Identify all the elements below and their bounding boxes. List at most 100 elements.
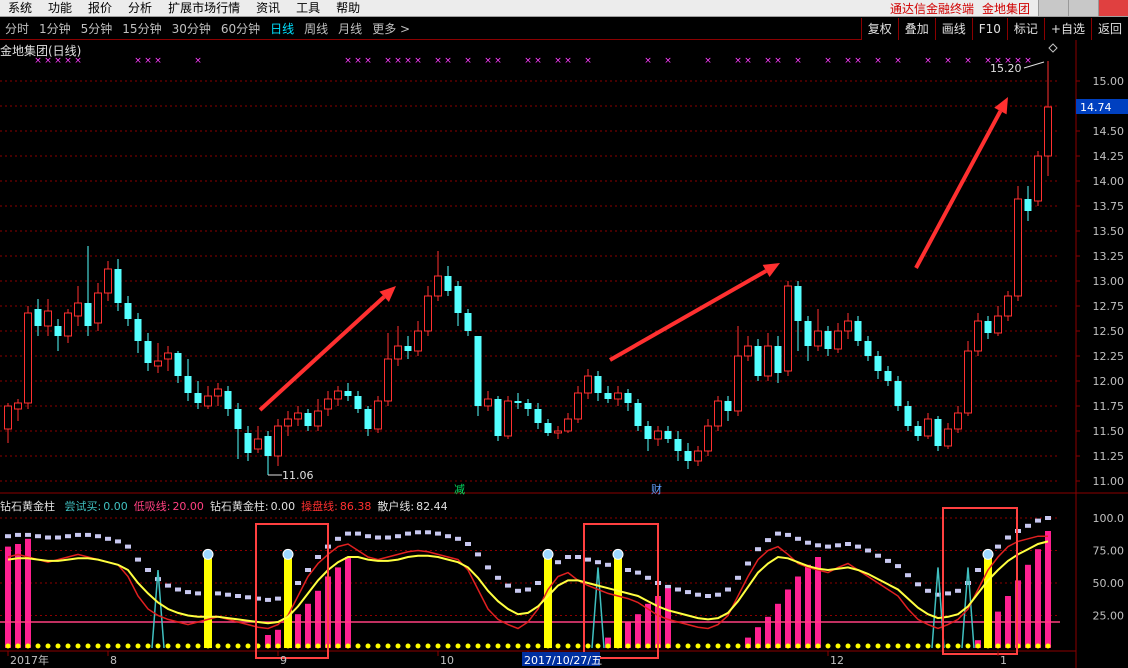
low-price-label: 11.06: [282, 469, 314, 482]
candle-body-down: [754, 346, 762, 376]
toolbar-button-4[interactable]: 标记: [1006, 18, 1044, 40]
period-tab-0[interactable]: 分时: [0, 20, 34, 37]
period-tab-8[interactable]: 月线: [333, 20, 367, 37]
candle-body-down: [684, 451, 692, 461]
baseline-dot: [225, 643, 231, 649]
envelope-dot: [765, 538, 771, 543]
signal-marker: ×: [774, 56, 782, 66]
magenta-bar: [635, 614, 641, 648]
baseline-dot: [865, 643, 871, 649]
maximize-button[interactable]: [1068, 0, 1098, 16]
diamond-icon: [982, 548, 994, 560]
menu-item-0[interactable]: 系统: [0, 0, 40, 16]
envelope-dot: [635, 570, 641, 575]
toolbar-button-6[interactable]: 返回: [1090, 18, 1128, 40]
signal-marker: ×: [554, 56, 562, 66]
envelope-dot: [785, 532, 791, 537]
period-tab-5[interactable]: 60分钟: [216, 20, 265, 37]
baseline-dot: [395, 643, 401, 649]
magenta-bar: [295, 614, 301, 648]
baseline-dot: [715, 643, 721, 649]
menu-item-3[interactable]: 分析: [120, 0, 160, 16]
date-label: 9: [280, 654, 287, 667]
period-tab-6[interactable]: 日线: [265, 20, 299, 37]
signal-marker: ×: [394, 56, 402, 66]
baseline-dot: [5, 643, 11, 649]
baseline-dot: [835, 643, 841, 649]
baseline-dot: [765, 643, 771, 649]
signal-marker: ×: [344, 56, 352, 66]
signal-marker: ×: [194, 56, 202, 66]
minimize-button[interactable]: [1038, 0, 1068, 16]
toolbar-button-1[interactable]: 叠加: [897, 18, 935, 40]
period-tab-4[interactable]: 30分钟: [167, 20, 216, 37]
magenta-bar: [15, 544, 21, 648]
envelope-dot: [755, 547, 761, 552]
signal-marker: ×: [414, 56, 422, 66]
baseline-dot: [115, 643, 121, 649]
indicator-label: 尝试买:: [64, 500, 102, 513]
candle-body-up: [44, 310, 52, 327]
candle-body-down: [544, 423, 552, 433]
baseline-dot: [685, 643, 691, 649]
envelope-dot: [35, 534, 41, 539]
brand-app-name: 通达信金融终端: [889, 1, 974, 16]
close-button[interactable]: [1098, 0, 1128, 16]
candle-body-down: [774, 346, 782, 373]
period-tab-3[interactable]: 15分钟: [117, 20, 166, 37]
envelope-dot: [735, 575, 741, 580]
envelope-dot: [125, 544, 131, 549]
toolbar-button-3[interactable]: F10: [971, 18, 1007, 40]
candle-body-up: [374, 400, 382, 430]
envelope-dot: [415, 530, 421, 535]
baseline-dot: [515, 643, 521, 649]
period-tab-2[interactable]: 5分钟: [76, 20, 118, 37]
envelope-dot: [175, 587, 181, 592]
signal-marker: ×: [444, 56, 452, 66]
candle-body-down: [134, 319, 142, 341]
toolbar-button-2[interactable]: 画线: [934, 18, 972, 40]
menu-item-4[interactable]: 扩展市场行情: [160, 0, 248, 16]
candle-body-up: [274, 425, 282, 457]
indicator-label: 散户线:: [377, 500, 415, 513]
candle-body-down: [674, 439, 682, 451]
period-tab-7[interactable]: 周线: [299, 20, 333, 37]
menu-item-5[interactable]: 资讯: [248, 0, 288, 16]
period-tab-9[interactable]: 更多 >: [367, 20, 415, 37]
signal-marker: ×: [564, 56, 572, 66]
candle-body-up: [784, 285, 792, 372]
indicator-item-0: 尝试买: 0.00: [65, 500, 128, 513]
envelope-dot: [1025, 523, 1031, 528]
menu-item-7[interactable]: 帮助: [328, 0, 368, 16]
baseline-dot: [165, 643, 171, 649]
baseline-dot: [445, 643, 451, 649]
envelope-dot: [885, 558, 891, 563]
baseline-dot: [615, 643, 621, 649]
baseline-dot: [295, 643, 301, 649]
magenta-bar: [25, 538, 31, 648]
baseline-dot: [705, 643, 711, 649]
signal-marker: ×: [944, 56, 952, 66]
candle-body-down: [404, 346, 412, 351]
kline-chart[interactable]: 15.0014.7514.5014.2514.0013.7513.5013.25…: [0, 40, 1128, 668]
envelope-dot: [185, 590, 191, 595]
baseline-dot: [755, 643, 761, 649]
price-tick-label: 12.50: [1093, 325, 1125, 338]
baseline-dot: [885, 643, 891, 649]
menu-item-1[interactable]: 功能: [40, 0, 80, 16]
envelope-dot: [315, 555, 321, 559]
retail-line: [7, 540, 1049, 625]
signal-marker: ×: [134, 56, 142, 66]
candle-body-down: [224, 391, 232, 409]
baseline-dot: [15, 643, 21, 649]
period-tab-1[interactable]: 1分钟: [34, 20, 76, 37]
toolbar-button-5[interactable]: +自选: [1043, 18, 1091, 40]
menu-item-6[interactable]: 工具: [288, 0, 328, 16]
envelope-dot: [245, 595, 251, 600]
envelope-dot: [995, 544, 1001, 549]
menu-item-2[interactable]: 报价: [80, 0, 120, 16]
envelope-dot: [495, 575, 501, 580]
indicator-tick-label: 75.00: [1093, 545, 1125, 558]
toolbar-button-0[interactable]: 复权: [860, 18, 898, 40]
try-buy-spike: [591, 567, 605, 649]
